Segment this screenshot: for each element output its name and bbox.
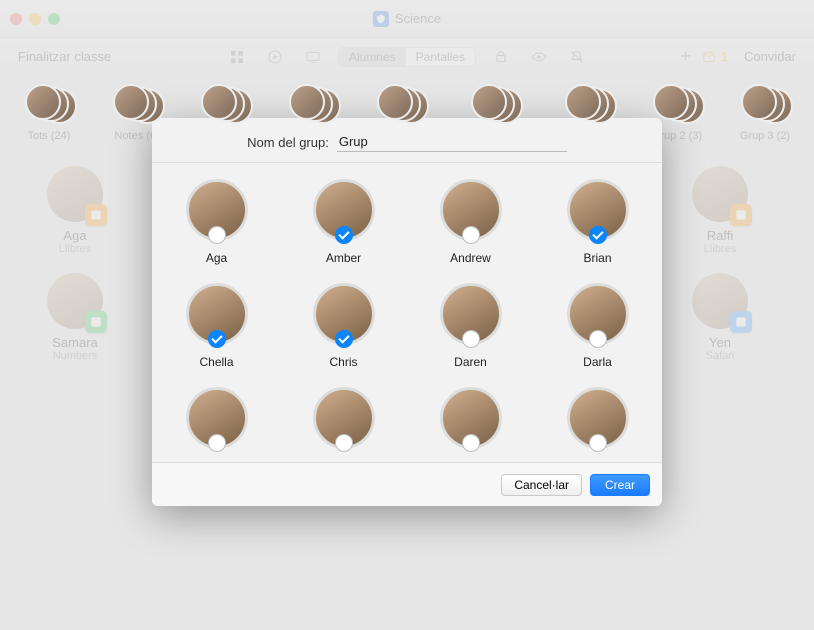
modal-student-item[interactable]: Daren [416,283,525,369]
student-select-checkbox[interactable] [589,226,607,244]
modal-student-item[interactable]: Brian [543,179,652,265]
modal-student-grid: Aga Amber Andrew Brian Chella Chris Dare… [162,179,652,459]
modal-footer: Cancel·lar Crear [152,462,662,506]
modal-body[interactable]: Aga Amber Andrew Brian Chella Chris Dare… [152,163,662,462]
cancel-button[interactable]: Cancel·lar [501,474,582,496]
modal-student-item[interactable]: Andrew [416,179,525,265]
modal-student-item[interactable]: Chella [162,283,271,369]
modal-student-name: Chella [199,355,233,369]
student-select-checkbox[interactable] [335,330,353,348]
create-button[interactable]: Crear [590,474,650,496]
student-select-checkbox[interactable] [589,330,607,348]
modal-student-avatar [440,387,502,449]
modal-student-avatar [440,283,502,345]
modal-student-item[interactable] [162,387,271,459]
student-select-checkbox[interactable] [589,434,607,452]
modal-student-avatar [313,283,375,345]
modal-student-avatar [313,387,375,449]
student-select-checkbox[interactable] [335,434,353,452]
modal-student-name: Aga [206,251,227,265]
modal-student-name: Darla [583,355,612,369]
student-select-checkbox[interactable] [462,330,480,348]
modal-header: Nom del grup: [152,118,662,163]
student-select-checkbox[interactable] [462,226,480,244]
group-name-input[interactable] [337,132,567,152]
modal-student-name: Brian [583,251,611,265]
modal-student-name: Daren [454,355,487,369]
modal-student-item[interactable]: Amber [289,179,398,265]
group-name-label: Nom del grup: [247,135,329,150]
create-group-modal: Nom del grup: Aga Amber Andrew Brian Che… [152,118,662,506]
student-select-checkbox[interactable] [208,434,226,452]
modal-student-avatar [186,387,248,449]
modal-student-item[interactable]: Aga [162,179,271,265]
modal-student-item[interactable] [543,387,652,459]
modal-student-item[interactable]: Darla [543,283,652,369]
modal-student-name: Chris [329,355,357,369]
modal-student-avatar [567,283,629,345]
student-select-checkbox[interactable] [208,330,226,348]
student-select-checkbox[interactable] [462,434,480,452]
modal-student-item[interactable]: Chris [289,283,398,369]
modal-student-avatar [186,283,248,345]
modal-student-avatar [440,179,502,241]
modal-student-item[interactable] [289,387,398,459]
modal-student-avatar [313,179,375,241]
student-select-checkbox[interactable] [208,226,226,244]
modal-student-avatar [567,387,629,449]
student-select-checkbox[interactable] [335,226,353,244]
modal-student-item[interactable] [416,387,525,459]
modal-student-avatar [567,179,629,241]
modal-student-name: Amber [326,251,361,265]
modal-student-avatar [186,179,248,241]
modal-student-name: Andrew [450,251,491,265]
